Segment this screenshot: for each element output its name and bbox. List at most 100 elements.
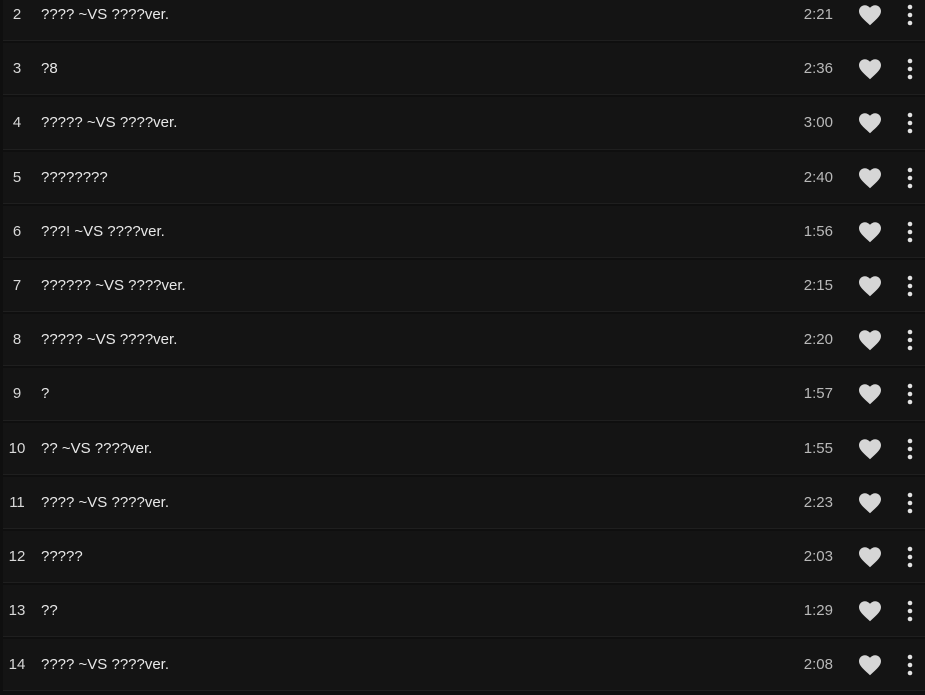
track-number: 14 [8, 656, 26, 674]
track-duration: 3:00 [803, 114, 833, 132]
like-button[interactable] [858, 221, 882, 243]
track-number: 5 [12, 168, 22, 186]
like-button[interactable] [858, 383, 882, 405]
track-duration: 2:23 [803, 493, 833, 511]
more-vertical-icon [907, 438, 913, 459]
heart-icon [859, 330, 881, 351]
track-number: 11 [9, 493, 25, 511]
more-options-button[interactable] [903, 435, 917, 463]
track-duration: 1:56 [803, 222, 833, 240]
more-vertical-icon [907, 275, 913, 297]
heart-icon [859, 384, 881, 405]
track-number: 8 [12, 331, 22, 349]
track-row[interactable]: 11 ???? ~VS ????ver. 2:23 [3, 476, 925, 529]
heart-icon [859, 601, 881, 622]
more-options-button[interactable] [903, 272, 917, 300]
track-duration: 1:55 [803, 439, 833, 457]
heart-icon [859, 655, 881, 676]
more-options-button[interactable] [903, 597, 917, 625]
heart-icon [859, 59, 881, 80]
track-row[interactable]: 2 ???? ~VS ????ver. 2:21 [3, 0, 925, 42]
like-button[interactable] [858, 58, 882, 80]
track-title[interactable]: ?? ~VS ????ver. [41, 423, 152, 474]
more-options-button[interactable] [903, 218, 917, 246]
heart-icon [859, 492, 881, 513]
track-row[interactable]: 13 ?? 1:29 [3, 585, 925, 638]
track-row[interactable]: 10 ?? ~VS ????ver. 1:55 [3, 422, 925, 475]
like-button[interactable] [858, 600, 882, 622]
track-duration: 1:57 [803, 385, 833, 403]
track-title[interactable]: ????? ~VS ????ver. [41, 97, 177, 148]
track-row[interactable]: 9 ? 1:57 [3, 368, 925, 421]
track-duration: 2:08 [803, 656, 833, 674]
more-options-button[interactable] [903, 164, 917, 192]
like-button[interactable] [858, 167, 882, 189]
more-vertical-icon [907, 329, 913, 351]
like-button[interactable] [858, 654, 882, 676]
track-row[interactable]: 5 ???????? 2:40 [3, 151, 925, 204]
track-title[interactable]: ???? ~VS ????ver. [41, 0, 169, 40]
heart-icon [859, 547, 881, 568]
like-button[interactable] [858, 4, 882, 26]
like-button[interactable] [858, 492, 882, 514]
track-number: 3 [12, 60, 22, 78]
track-row[interactable]: 12 ????? 2:03 [3, 530, 925, 584]
like-button[interactable] [858, 275, 882, 297]
more-options-button[interactable] [903, 326, 917, 354]
more-options-button[interactable] [903, 55, 917, 83]
more-vertical-icon [907, 384, 913, 405]
track-row[interactable]: 6 ???! ~VS ????ver. 1:56 [3, 205, 925, 258]
track-title[interactable]: ???? ~VS ????ver. [41, 639, 169, 690]
track-row[interactable]: 4 ????? ~VS ????ver. 3:00 [3, 97, 925, 150]
track-duration: 1:29 [803, 602, 833, 620]
more-options-button[interactable] [903, 1, 917, 29]
track-row[interactable]: 14 ???? ~VS ????ver. 2:08 [3, 639, 925, 692]
more-vertical-icon [907, 167, 913, 188]
track-row[interactable]: 3 ?8 2:36 [3, 43, 925, 96]
track-row[interactable]: 7 ?????? ~VS ????ver. 2:15 [3, 259, 925, 313]
more-vertical-icon [907, 546, 913, 568]
track-title[interactable]: ?8 [41, 43, 58, 94]
more-vertical-icon [907, 4, 913, 26]
more-options-button[interactable] [903, 489, 917, 517]
more-vertical-icon [907, 58, 913, 80]
track-title[interactable]: ?????? ~VS ????ver. [41, 260, 186, 311]
track-title[interactable]: ???? ~VS ????ver. [41, 477, 169, 528]
track-number: 6 [12, 222, 22, 240]
track-title[interactable]: ? [41, 368, 49, 419]
more-options-button[interactable] [903, 651, 917, 679]
heart-icon [859, 276, 881, 297]
heart-icon [859, 438, 881, 459]
more-vertical-icon [907, 221, 913, 243]
more-vertical-icon [907, 113, 913, 134]
track-duration: 2:03 [803, 547, 833, 565]
track-title[interactable]: ???????? [41, 152, 108, 203]
track-number: 2 [12, 6, 22, 23]
more-options-button[interactable] [903, 380, 917, 408]
track-row[interactable]: 8 ????? ~VS ????ver. 2:20 [3, 314, 925, 367]
like-button[interactable] [858, 438, 882, 460]
heart-icon [859, 113, 881, 134]
like-button[interactable] [858, 112, 882, 134]
track-duration: 2:20 [803, 331, 833, 349]
track-title[interactable]: ???! ~VS ????ver. [41, 206, 165, 257]
track-number: 9 [12, 385, 22, 403]
track-duration: 2:36 [803, 60, 833, 78]
more-vertical-icon [907, 600, 913, 622]
track-list: 2 ???? ~VS ????ver. 2:21 3 ?8 2:36 4 ???… [0, 0, 925, 693]
more-options-button[interactable] [903, 109, 917, 137]
track-number: 13 [8, 602, 26, 620]
heart-icon [859, 5, 881, 26]
more-vertical-icon [907, 654, 913, 676]
like-button[interactable] [858, 546, 882, 568]
heart-icon [859, 167, 881, 188]
track-title[interactable]: ?? [41, 585, 58, 636]
track-duration: 2:40 [803, 168, 833, 186]
track-title[interactable]: ????? ~VS ????ver. [41, 314, 177, 365]
track-number: 4 [12, 114, 22, 132]
track-duration: 2:15 [803, 276, 833, 294]
more-options-button[interactable] [903, 543, 917, 571]
track-title[interactable]: ????? [41, 531, 83, 582]
like-button[interactable] [858, 329, 882, 351]
track-number: 12 [8, 547, 26, 565]
